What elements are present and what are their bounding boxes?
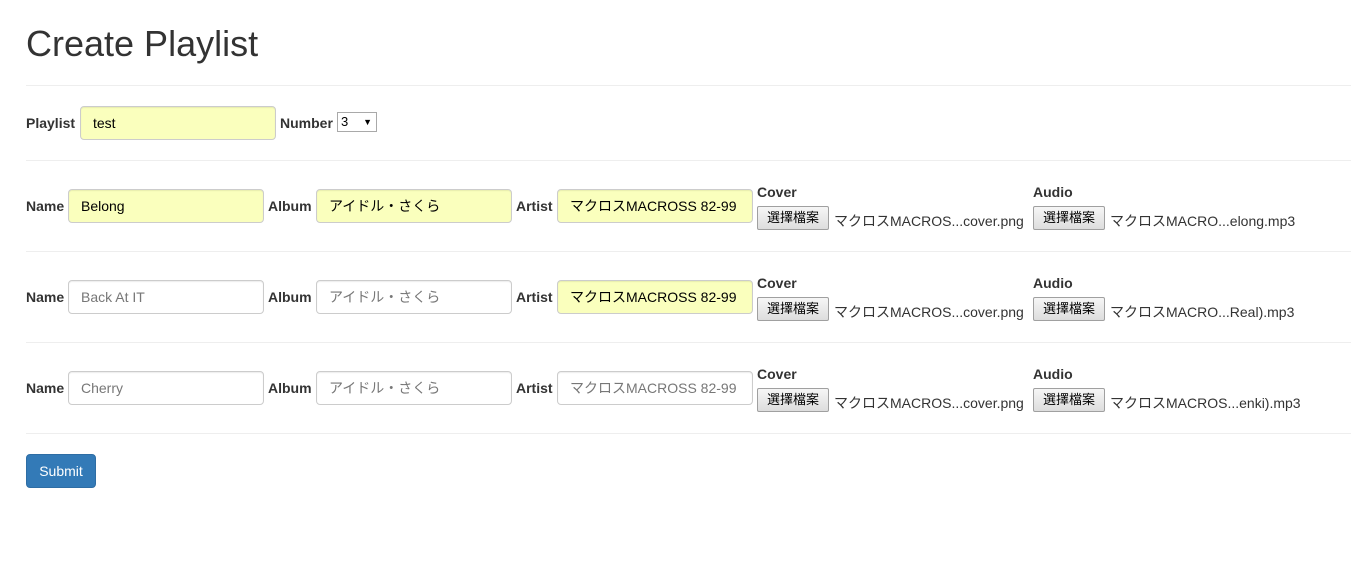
track-cover-label: Cover xyxy=(757,275,797,291)
track-name-input[interactable]: Cherry xyxy=(68,371,264,405)
track-album-input[interactable]: アイドル・さくら xyxy=(316,371,512,405)
cover-file-name: マクロスMACROS...cover.png xyxy=(834,304,1024,320)
track-album-label: Album xyxy=(268,380,312,396)
audio-file-name: マクロスMACRO...elong.mp3 xyxy=(1110,213,1296,229)
divider xyxy=(26,160,1351,161)
track-row: Name Back At IT Album アイドル・さくら Artist マク… xyxy=(26,275,1351,325)
cover-file-button[interactable]: 選擇檔案 xyxy=(757,297,829,321)
create-playlist-page: Create Playlist Playlist test Number 3 ▼… xyxy=(0,0,1351,568)
track-row: Name Cherry Album アイドル・さくら Artist マクロスMA… xyxy=(26,366,1351,416)
submit-button[interactable]: Submit xyxy=(26,454,96,488)
track-row: Name Belong Album アイドル・さくら Artist マクロスMA… xyxy=(26,184,1351,234)
cover-file-button[interactable]: 選擇檔案 xyxy=(757,388,829,412)
number-label: Number xyxy=(280,115,333,131)
track-name-label: Name xyxy=(26,289,65,305)
track-artist-input[interactable]: マクロスMACROSS 82-99 xyxy=(557,189,753,223)
number-select-value: 3 xyxy=(341,114,349,129)
track-artist-input[interactable]: マクロスMACROSS 82-99 xyxy=(557,371,753,405)
track-artist-label: Artist xyxy=(516,380,553,396)
track-audio-label: Audio xyxy=(1033,366,1073,382)
track-name-label: Name xyxy=(26,198,65,214)
track-album-label: Album xyxy=(268,289,312,305)
track-album-input[interactable]: アイドル・さくら xyxy=(316,189,512,223)
track-name-input[interactable]: Back At IT xyxy=(68,280,264,314)
divider xyxy=(26,433,1351,434)
divider xyxy=(26,251,1351,252)
audio-file-button[interactable]: 選擇檔案 xyxy=(1033,206,1105,230)
divider xyxy=(26,342,1351,343)
track-artist-label: Artist xyxy=(516,289,553,305)
track-name-label: Name xyxy=(26,380,65,396)
track-album-label: Album xyxy=(268,198,312,214)
track-artist-input[interactable]: マクロスMACROSS 82-99 xyxy=(557,280,753,314)
track-album-input[interactable]: アイドル・さくら xyxy=(316,280,512,314)
track-audio-label: Audio xyxy=(1033,275,1073,291)
audio-file-button[interactable]: 選擇檔案 xyxy=(1033,297,1105,321)
audio-file-button[interactable]: 選擇檔案 xyxy=(1033,388,1105,412)
playlist-name-input[interactable]: test xyxy=(80,106,276,140)
cover-file-name: マクロスMACROS...cover.png xyxy=(834,213,1024,229)
cover-file-name: マクロスMACROS...cover.png xyxy=(834,395,1024,411)
playlist-row: Playlist test Number 3 ▼ xyxy=(26,106,1351,140)
audio-file-name: マクロスMACROS...enki).mp3 xyxy=(1110,395,1301,411)
track-cover-label: Cover xyxy=(757,184,797,200)
cover-file-button[interactable]: 選擇檔案 xyxy=(757,206,829,230)
divider xyxy=(26,85,1351,86)
audio-file-name: マクロスMACRO...Real).mp3 xyxy=(1110,304,1295,320)
track-artist-label: Artist xyxy=(516,198,553,214)
track-audio-label: Audio xyxy=(1033,184,1073,200)
playlist-label: Playlist xyxy=(26,115,76,131)
page-title: Create Playlist xyxy=(26,23,259,64)
number-select[interactable]: 3 ▼ xyxy=(337,112,377,132)
track-name-input[interactable]: Belong xyxy=(68,189,264,223)
chevron-down-icon: ▼ xyxy=(363,117,372,127)
track-cover-label: Cover xyxy=(757,366,797,382)
